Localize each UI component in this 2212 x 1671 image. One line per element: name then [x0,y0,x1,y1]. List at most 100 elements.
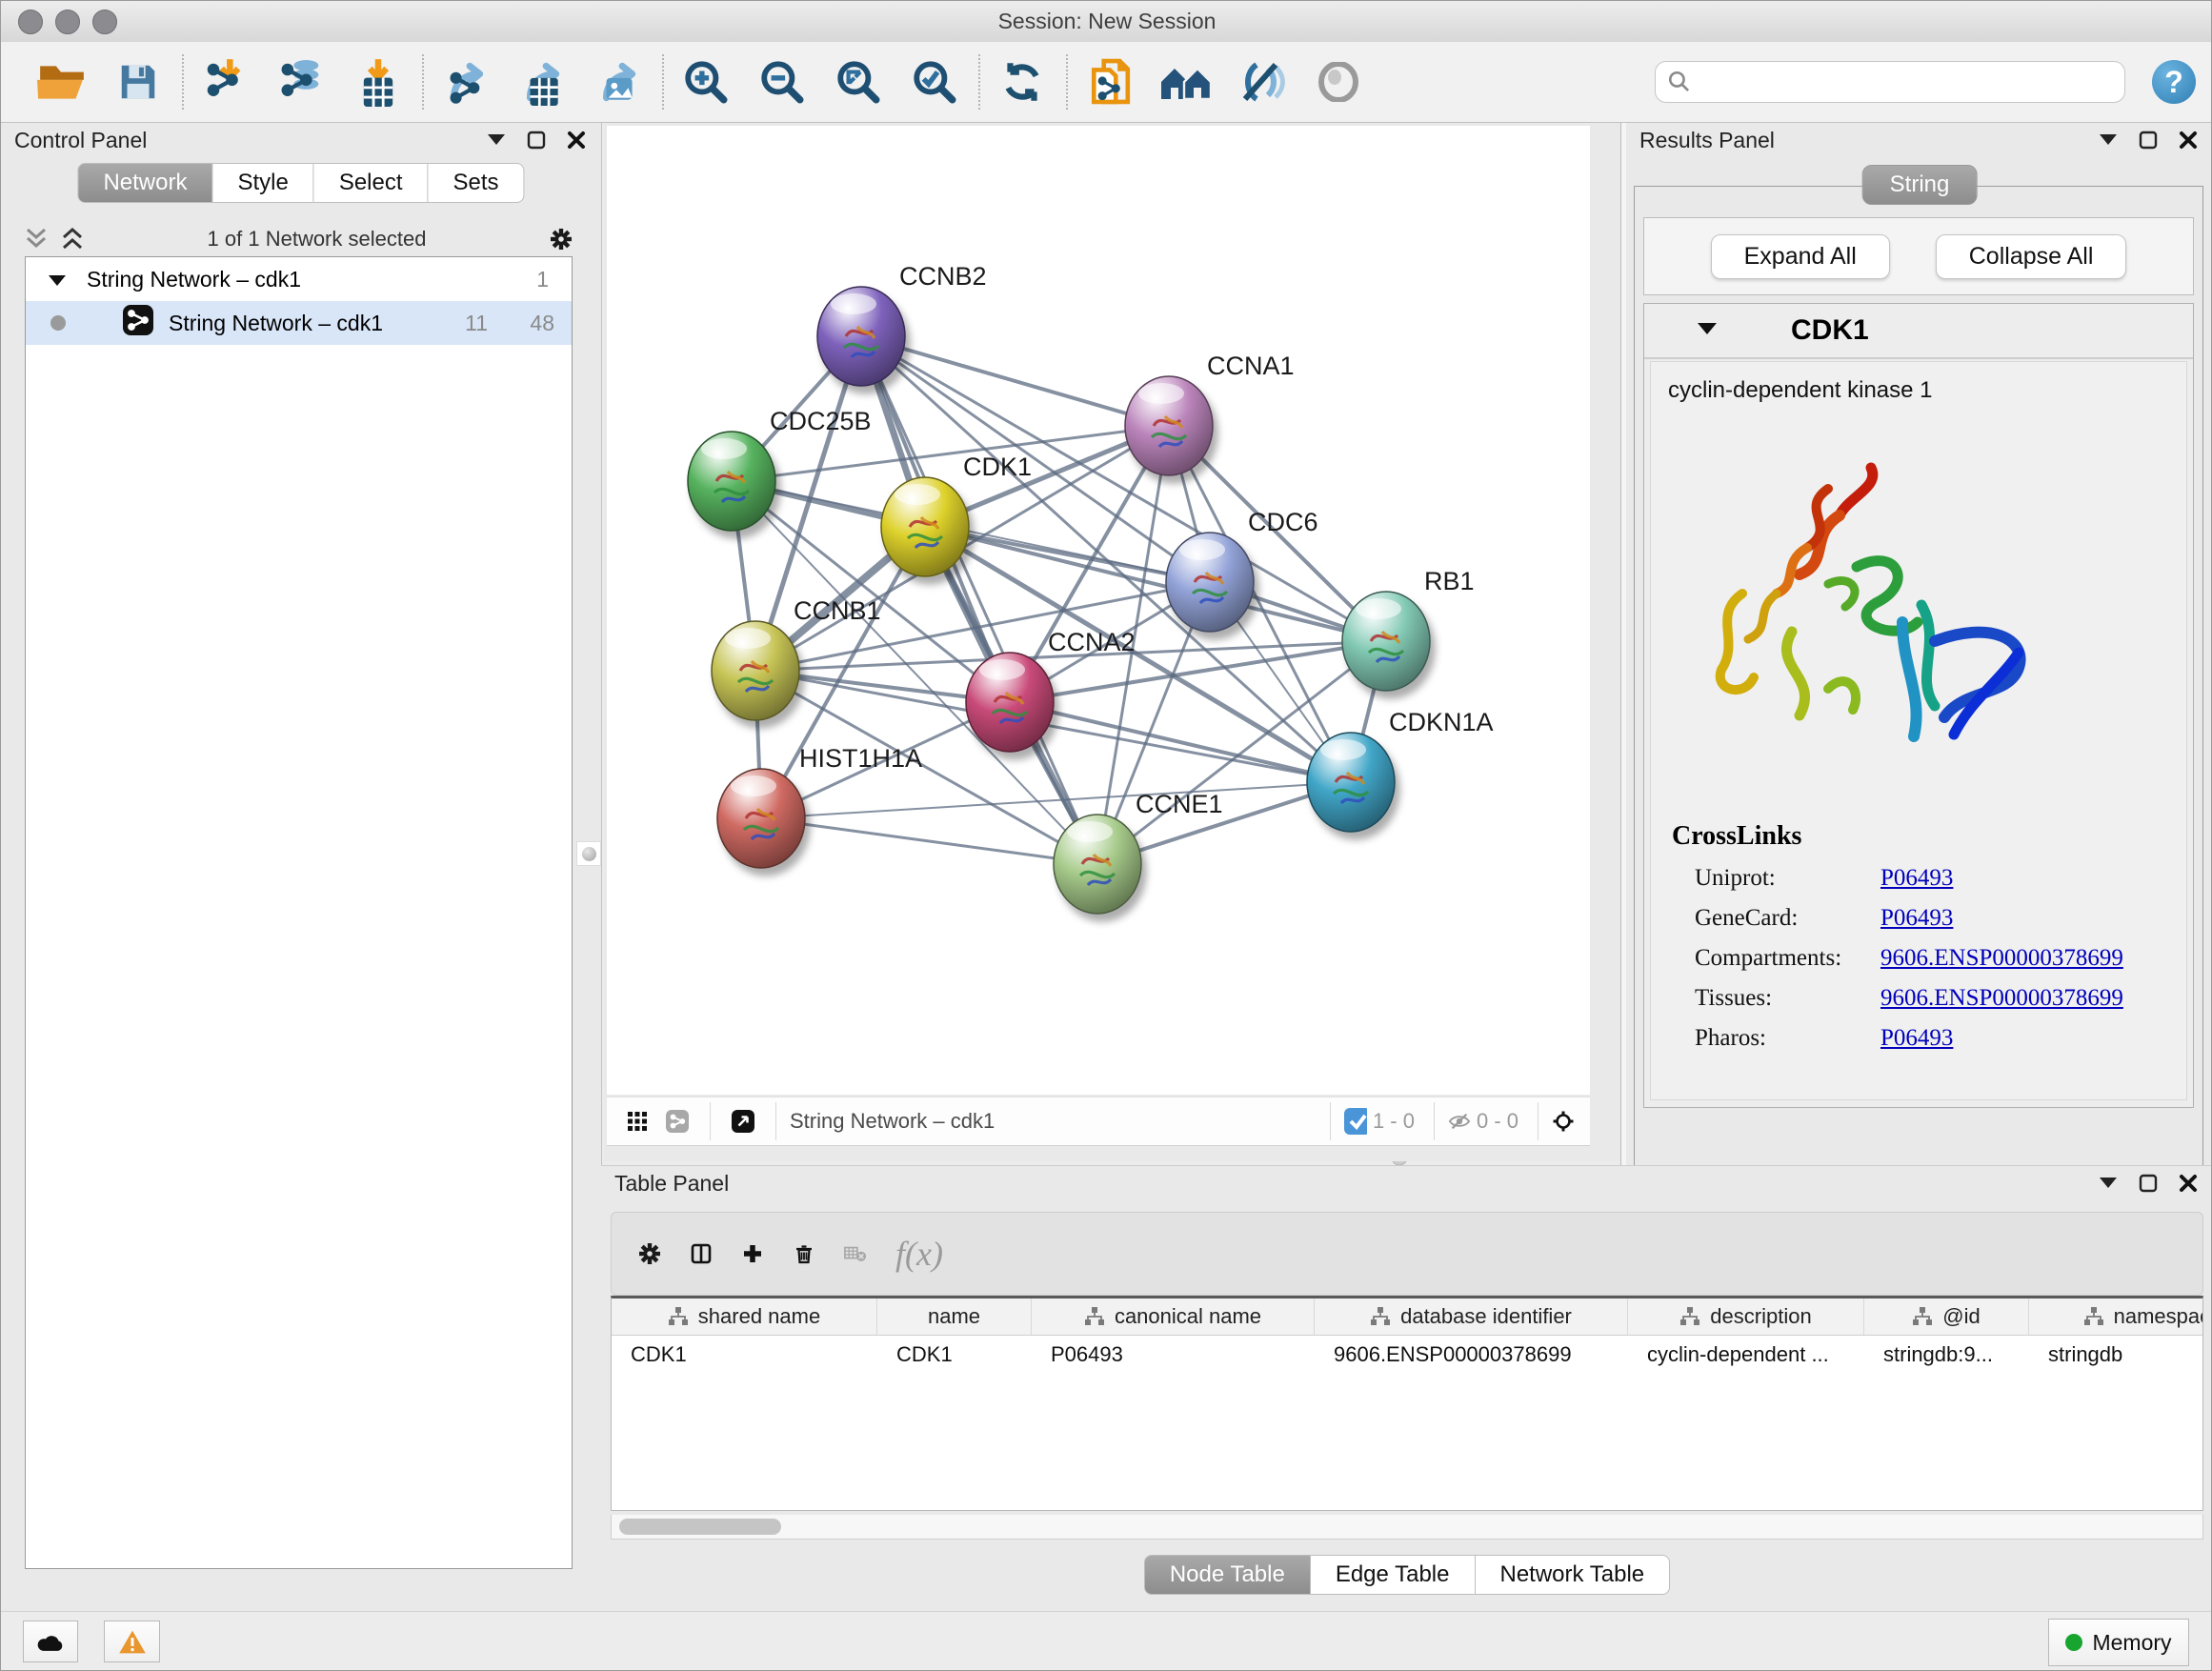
network-canvas[interactable]: CCNB2CCNA1CDC25BCDK1CDC6RB1CCNB1CCNA2CDK… [607,126,1590,1095]
export-table-icon[interactable] [515,52,569,111]
tab-sets[interactable]: Sets [429,163,525,203]
table-cell[interactable]: cyclin-dependent ... [1628,1342,1864,1367]
help-button[interactable]: ? [2152,60,2196,104]
home-icon[interactable] [1159,52,1213,111]
selected-checkbox-icon[interactable] [1344,1110,1367,1133]
tab-select[interactable]: Select [314,163,429,203]
options-gear-icon[interactable] [550,228,573,251]
crosslink-link[interactable]: 9606.ENSP00000378699 [1880,945,2123,972]
float-panel-icon[interactable] [525,129,548,151]
open-session-icon[interactable] [35,52,89,111]
zoom-out-icon[interactable] [755,52,809,111]
column-header-canonical-name[interactable]: canonical name [1032,1299,1315,1335]
network-row[interactable]: String Network – cdk1 11 48 [26,301,572,345]
table-cell[interactable]: CDK1 [612,1342,877,1367]
float-panel-icon[interactable] [2137,129,2160,151]
network-collection-row[interactable]: String Network – cdk1 1 [26,257,572,301]
warnings-button[interactable] [104,1621,160,1662]
network-from-document-icon[interactable] [1083,52,1136,111]
import-network-from-database-icon[interactable] [275,52,329,111]
grid-view-icon[interactable] [626,1110,649,1133]
table-horizontal-scrollbar[interactable] [611,1515,2203,1540]
memory-button[interactable]: Memory [2048,1619,2189,1666]
panel-menu-icon[interactable] [485,129,508,151]
network-app-icon[interactable] [666,1110,689,1133]
tab-edge-table[interactable]: Edge Table [1311,1555,1476,1595]
collapse-all-button[interactable]: Collapse All [1936,234,2127,279]
hidden-eye-icon[interactable] [1448,1110,1471,1133]
disclosure-triangle-icon[interactable] [49,267,66,292]
column-header-@id[interactable]: @id [1864,1299,2029,1335]
network-edge[interactable] [761,818,1097,864]
column-header-namespace[interactable]: namespace [2029,1299,2203,1335]
network-node-CCNA2[interactable]: CCNA2 [966,628,1136,752]
column-header-database-identifier[interactable]: database identifier [1315,1299,1628,1335]
export-network-icon[interactable] [439,52,493,111]
network-node-CDC25B[interactable]: CDC25B [688,407,872,531]
zoom-fit-icon[interactable] [832,52,885,111]
search-box[interactable] [1655,61,2125,103]
external-view-icon[interactable] [732,1110,754,1133]
import-table-icon[interactable] [352,52,405,111]
table-panel-header: Table Panel [601,1166,2212,1200]
network-edge[interactable] [861,336,1169,426]
scrollbar-thumb[interactable] [619,1519,781,1535]
tab-string[interactable]: String [1862,165,1978,205]
add-column-icon[interactable] [741,1242,764,1265]
expand-all-icon[interactable] [61,228,84,251]
network-edge[interactable] [861,336,1097,864]
delete-table-icon [844,1242,867,1265]
delete-column-icon[interactable] [793,1242,815,1265]
table-cell[interactable]: stringdb [2029,1342,2203,1367]
network-node-HIST1H1A[interactable]: HIST1H1A [717,744,922,868]
crosslink-link[interactable]: P06493 [1880,865,1953,892]
left-splitter-handle[interactable] [576,841,601,866]
collapse-all-icon[interactable] [25,228,48,251]
column-header-name[interactable]: name [877,1299,1032,1335]
column-header-shared-name[interactable]: shared name [612,1299,877,1335]
birdseye-crosshair-icon[interactable] [1552,1110,1575,1133]
protein-section-header[interactable]: CDK1 [1644,304,2193,359]
expand-all-button[interactable]: Expand All [1711,234,1890,279]
float-panel-icon[interactable] [2137,1172,2160,1195]
network-edge[interactable] [1010,702,1351,782]
crosslink-link[interactable]: 9606.ENSP00000378699 [1880,985,2123,1012]
table-options-gear-icon[interactable] [638,1242,661,1265]
column-header-description[interactable]: description [1628,1299,1864,1335]
tab-network[interactable]: Network [77,163,212,203]
crosslinks-section: CrossLinks Uniprot: P06493GeneCard: P064… [1651,821,2186,1052]
show-columns-icon[interactable] [690,1242,713,1265]
apply-layout-icon[interactable] [995,52,1049,111]
show-graphics-details-icon[interactable] [1312,52,1365,111]
network-node-RB1[interactable]: RB1 [1342,567,1475,691]
crosslink-link[interactable]: P06493 [1880,905,1953,932]
zoom-in-icon[interactable] [679,52,733,111]
search-input[interactable] [1699,69,2124,95]
hide-graphics-details-icon[interactable] [1236,52,1289,111]
network-node-CCNE1[interactable]: CCNE1 [1054,790,1223,914]
close-panel-icon[interactable] [565,129,588,151]
tab-node-table[interactable]: Node Table [1144,1555,1311,1595]
crosslink-link[interactable]: P06493 [1880,1025,1953,1052]
cloud-button[interactable] [23,1621,78,1662]
network-node-CCNA1[interactable]: CCNA1 [1125,352,1295,475]
zoom-selected-icon[interactable] [908,52,961,111]
table-cell[interactable]: stringdb:9... [1864,1342,2029,1367]
disclosure-triangle-icon[interactable] [1698,321,1717,340]
panel-menu-icon[interactable] [2097,129,2120,151]
network-node-CDKN1A[interactable]: CDKN1A [1307,708,1494,832]
save-session-icon[interactable] [111,52,165,111]
table-row[interactable]: CDK1CDK1P064939606.ENSP00000378699cyclin… [612,1336,2202,1374]
tab-network-table[interactable]: Network Table [1476,1555,1671,1595]
network-node-CCNB1[interactable]: CCNB1 [712,596,881,720]
panel-menu-icon[interactable] [2097,1172,2120,1195]
close-panel-icon[interactable] [2177,129,2200,151]
table-cell[interactable]: CDK1 [877,1342,1032,1367]
node-table[interactable]: shared namenamecanonical namedatabase id… [611,1296,2203,1511]
close-panel-icon[interactable] [2177,1172,2200,1195]
import-network-from-file-icon[interactable] [199,52,252,111]
table-cell[interactable]: P06493 [1032,1342,1315,1367]
tab-style[interactable]: Style [212,163,313,203]
table-cell[interactable]: 9606.ENSP00000378699 [1315,1342,1628,1367]
export-image-icon[interactable] [592,52,645,111]
